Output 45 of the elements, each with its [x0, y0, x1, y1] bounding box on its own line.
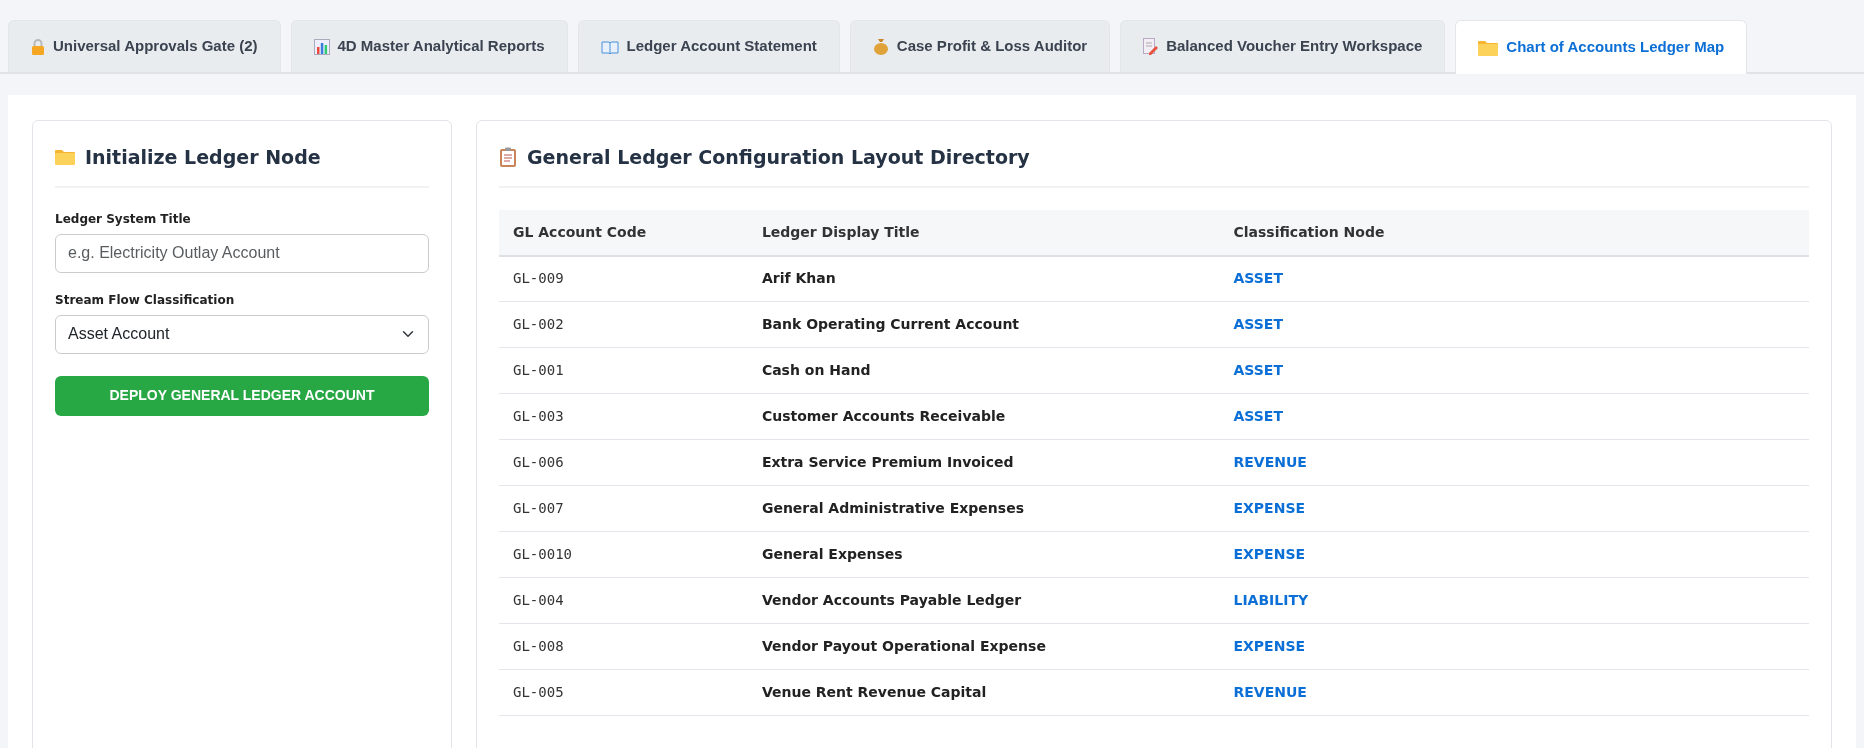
- tab[interactable]: 4D Master Analytical Reports: [290, 20, 568, 72]
- code-cell: GL-007: [499, 485, 748, 532]
- classification-cell: EXPENSE: [1219, 531, 1809, 578]
- tab[interactable]: Chart of Accounts Ledger Map: [1455, 20, 1748, 74]
- table-title: General Ledger Configuration Layout Directory: [527, 145, 1030, 170]
- code-cell: GL-0010: [499, 531, 748, 578]
- code-cell: GL-002: [499, 301, 748, 348]
- field-label: Stream Flow Classification: [55, 291, 236, 309]
- title-cell: Vendor Payout Operational Expense: [747, 623, 1220, 670]
- title-cell: General Administrative Expenses: [747, 485, 1220, 532]
- title-input-field[interactable]: e.g. Electricity Outlay Account: [55, 233, 429, 273]
- column-header: GL Account Code: [499, 209, 748, 256]
- classification-select[interactable]: Asset Account: [55, 314, 429, 354]
- code-cell: GL-003: [499, 393, 748, 440]
- form-title: Initialize Ledger Node: [85, 145, 321, 170]
- classification-cell: REVENUE: [1219, 439, 1809, 486]
- classification-cell: REVENUE: [1219, 669, 1809, 716]
- classification-cell: ASSET: [1219, 255, 1809, 302]
- classification-cell: ASSET: [1219, 347, 1809, 394]
- classification-cell: ASSET: [1219, 393, 1809, 440]
- title-cell: Bank Operating Current Account: [747, 301, 1220, 348]
- title-cell: Venue Rent Revenue Capital: [747, 669, 1220, 716]
- tab[interactable]: Ledger Account Statement: [577, 20, 840, 72]
- tab[interactable]: Case Profit & Loss Auditor: [849, 20, 1111, 72]
- tab[interactable]: Universal Approvals Gate (2): [8, 20, 281, 72]
- title-cell: Extra Service Premium Invoiced: [747, 439, 1220, 486]
- code-cell: GL-008: [499, 623, 748, 670]
- title-cell: Cash on Hand: [747, 347, 1220, 394]
- tab[interactable]: Balanced Voucher Entry Workspace: [1120, 20, 1446, 72]
- classification-cell: EXPENSE: [1219, 485, 1809, 532]
- field-label: Ledger System Title: [55, 210, 192, 228]
- classification-cell: ASSET: [1219, 301, 1809, 348]
- classification-cell: EXPENSE: [1219, 623, 1809, 670]
- classification-cell: LIABILITY: [1219, 577, 1809, 624]
- column-header: Ledger Display Title: [747, 209, 1220, 256]
- title-cell: General Expenses: [747, 531, 1220, 578]
- code-cell: GL-005: [499, 669, 748, 716]
- column-header: Classification Node: [1219, 209, 1809, 256]
- code-cell: GL-009: [499, 255, 748, 302]
- code-cell: GL-004: [499, 577, 748, 624]
- title-cell: Customer Accounts Receivable: [747, 393, 1220, 440]
- title-cell: Arif Khan: [747, 255, 1220, 302]
- title-cell: Vendor Accounts Payable Ledger: [747, 577, 1220, 624]
- code-cell: GL-001: [499, 347, 748, 394]
- code-cell: GL-006: [499, 439, 748, 486]
